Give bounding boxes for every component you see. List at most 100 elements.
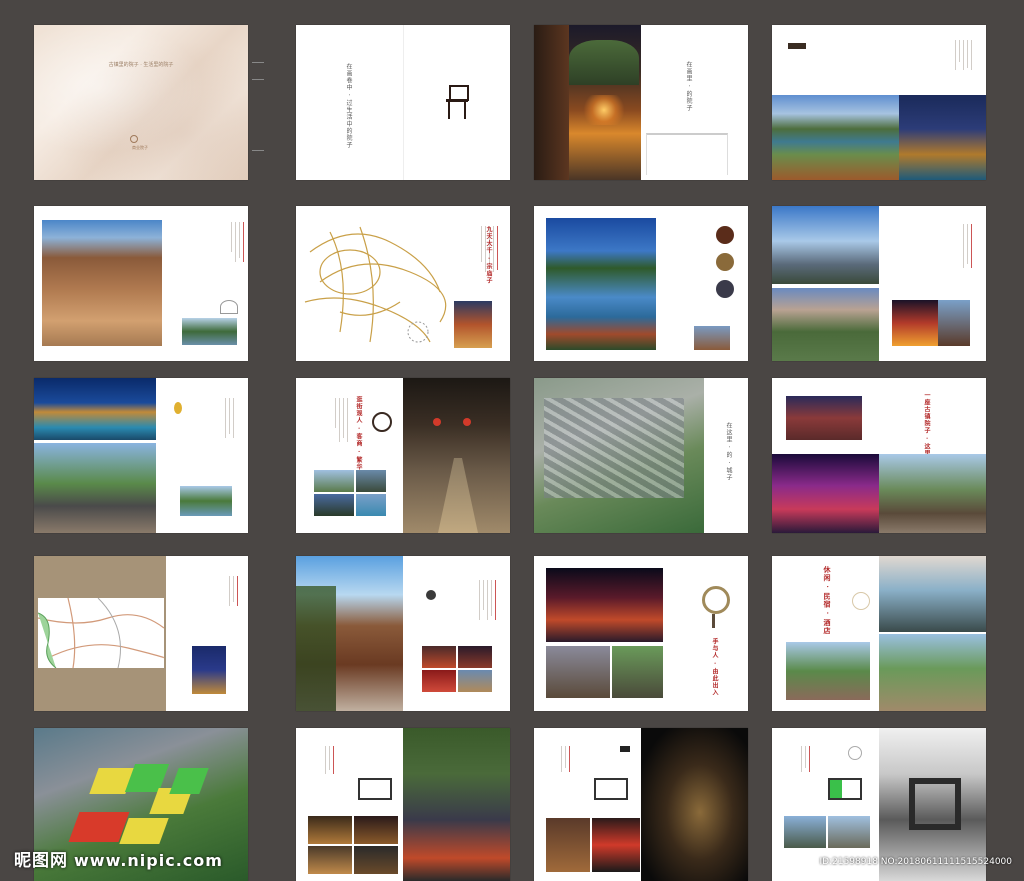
text-lines	[214, 222, 244, 262]
spread-2-heading: 在画里 · 的院子	[685, 61, 692, 112]
temple-lake-photo	[546, 218, 656, 350]
mountain-photo	[180, 486, 232, 516]
alley-photo	[403, 378, 510, 533]
small-logo	[788, 43, 806, 49]
village-photo	[879, 454, 986, 533]
golden-phoenix-photo	[641, 728, 748, 881]
lattice-icon	[372, 412, 392, 432]
night-bridge-photo	[899, 95, 986, 180]
brochure-sheet: 古镇里的院子 · 生活里的院子 商业院子 在画卷中 · 过生活中的院子 在画里 …	[0, 0, 1024, 881]
small-logo	[620, 746, 630, 752]
wooden-street-photo	[296, 556, 403, 711]
tree-street-photo	[612, 646, 663, 698]
spread-3	[772, 25, 986, 180]
thumb-circle	[716, 253, 734, 271]
grid-photo	[458, 646, 492, 668]
gate-icon	[220, 300, 238, 314]
logo-mark-icon	[130, 135, 138, 143]
thumb-photo	[356, 470, 386, 492]
restaurant-photo	[354, 816, 398, 844]
thumb-photo	[356, 494, 386, 516]
spine-marker	[252, 79, 264, 80]
spread-10: 逛街观人 · 客商 · 繁华池子	[296, 378, 510, 533]
spread-19	[534, 728, 748, 881]
cover-logo: 商业院子	[130, 135, 152, 150]
thumb-photo	[314, 470, 354, 492]
grid-photo	[458, 670, 492, 692]
watermark-url: www.nipic.com	[74, 851, 223, 870]
thumb-circle	[716, 226, 734, 244]
street-photo	[938, 300, 970, 346]
canyon-photo	[42, 220, 162, 346]
house-photo	[784, 816, 826, 848]
spread-8	[772, 206, 986, 361]
text-lines	[544, 746, 570, 772]
pagoda-photo	[403, 728, 510, 881]
spread-11: 在这里 · 的 · 城子	[534, 378, 748, 533]
chair-image	[446, 85, 469, 119]
spine-marker	[252, 62, 264, 63]
restaurant-photo	[308, 816, 352, 844]
spread-7	[534, 206, 748, 361]
resort-photo	[786, 642, 870, 700]
neon-street-photo	[772, 454, 879, 533]
house-photo	[828, 816, 870, 848]
text-lines	[316, 398, 348, 442]
spread-15: 手与人 · 由此出入	[534, 556, 748, 711]
cover-logo-text: 商业院子	[132, 145, 148, 150]
lake-photo	[182, 318, 237, 345]
pavilion-photo	[34, 443, 156, 533]
food-photo	[546, 818, 590, 872]
gate-sketch	[646, 133, 728, 175]
location-map	[37, 597, 165, 669]
restaurant-photo	[308, 846, 352, 874]
emblem-icon	[852, 592, 870, 610]
spread-16: 休闲 · 民宿 · 酒店	[772, 556, 986, 711]
spread-16-heading: 休闲 · 民宿 · 酒店	[823, 566, 832, 635]
spine-marker	[252, 150, 264, 151]
text-lines	[214, 576, 238, 606]
spread-12: 一座古镇院子 · 这里有你的有轻狂	[772, 378, 986, 533]
spread-4	[34, 206, 248, 361]
watermark: 昵图网 www.nipic.com	[14, 846, 223, 871]
spread-18	[296, 728, 510, 881]
aerial-render-photo	[534, 378, 704, 533]
route-map	[304, 226, 447, 343]
statue-photo	[772, 206, 879, 284]
text-lines	[784, 746, 810, 772]
craft-photo	[592, 818, 640, 872]
gold-ornament-icon	[174, 402, 182, 414]
jade-ring-icon	[702, 586, 730, 614]
spread-6-heading: 九天大千 · 宗庙子	[485, 226, 492, 285]
spread-11-heading: 在这里 · 的 · 城子	[725, 422, 732, 482]
spread-1-caption: 在画卷中 · 过生活中的院子	[345, 63, 352, 149]
thumb-circle	[716, 280, 734, 298]
text-lines	[204, 398, 234, 438]
courtyard-photo	[879, 634, 986, 711]
text-lines	[942, 224, 972, 268]
cover-slogan: 古镇里的院子 · 生活里的院子	[108, 62, 174, 68]
small-photo	[694, 326, 730, 350]
spread-2: 在画里 · 的院子	[534, 25, 748, 180]
night-lodge-photo	[192, 646, 226, 694]
temple-night-photo	[786, 396, 862, 440]
spread-13-map	[34, 556, 248, 711]
restaurant-photo	[354, 846, 398, 874]
spread-14	[296, 556, 510, 711]
plan-diagram	[358, 778, 392, 800]
watermark-brand: 昵图网	[14, 851, 68, 871]
night-market-photo	[892, 300, 938, 346]
cover-page: 古镇里的院子 · 生活里的院子 商业院子	[34, 25, 248, 180]
emblem-icon	[848, 746, 862, 760]
night-street-photo	[534, 25, 641, 180]
text-lines	[446, 580, 496, 620]
bridge-night-photo	[34, 378, 156, 440]
ring-stand-icon	[712, 614, 715, 628]
grid-photo	[422, 646, 456, 668]
spread-9	[34, 378, 248, 533]
spread-15-heading: 手与人 · 由此出入	[711, 638, 718, 697]
tree-icon	[426, 590, 436, 600]
image-id: ID:21598918 NO:20180611111515524000	[819, 857, 1013, 867]
aerial-city-photo	[772, 288, 879, 361]
map-pin	[407, 321, 429, 343]
